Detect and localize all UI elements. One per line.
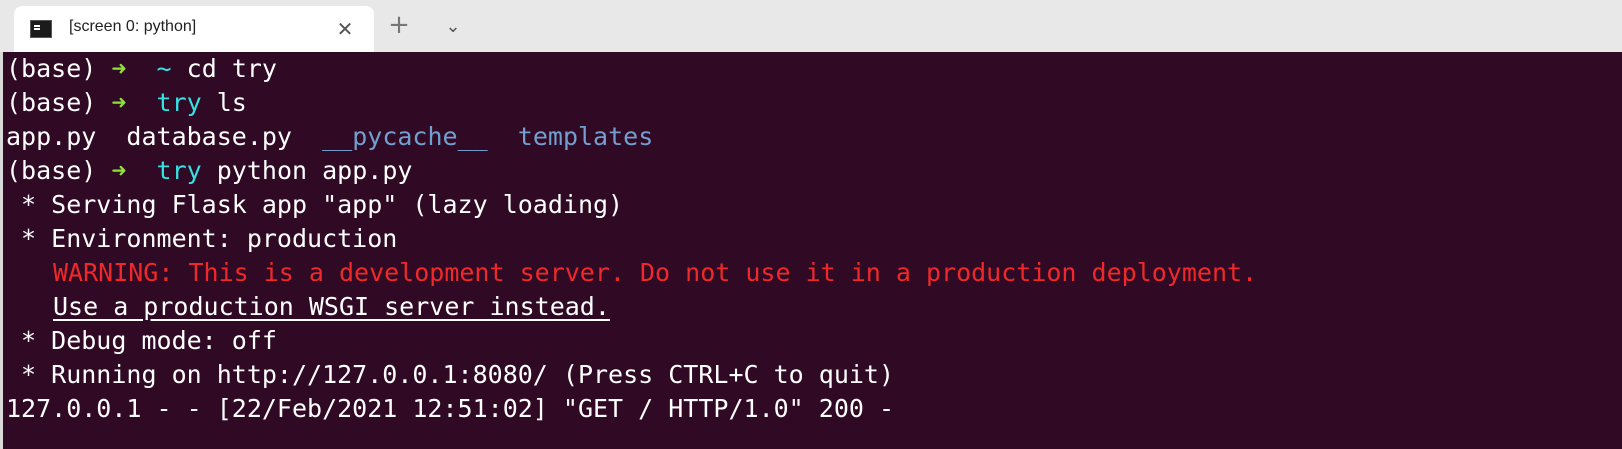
chevron-down-icon[interactable]: ⌄ <box>440 14 466 40</box>
prompt-directory: ~ <box>156 54 172 83</box>
terminal-line: (base) ➜ try ls <box>6 86 247 120</box>
close-icon[interactable]: ✕ <box>332 16 358 42</box>
output-line: * Debug mode: off <box>6 326 277 355</box>
terminal-line: (base) ➜ ~ cd try <box>6 52 277 86</box>
output-line: * Serving Flask app "app" (lazy loading) <box>6 190 624 219</box>
new-tab-icon[interactable]: + <box>386 12 412 38</box>
prompt-env: (base) <box>6 88 97 117</box>
output-line: * Running on http://127.0.0.1:8080/ (Pre… <box>6 360 895 389</box>
folder-entry: __pycache__ <box>322 122 488 151</box>
terminal-line: (base) ➜ try python app.py <box>6 154 412 188</box>
prompt-arrow-icon: ➜ <box>111 54 127 83</box>
command-text: python app.py <box>201 156 413 185</box>
terminal-line: app.py database.py __pycache__ templates <box>6 120 653 154</box>
file-entry: database.py <box>126 122 292 151</box>
file-entry: app.py <box>6 122 97 151</box>
prompt-arrow-icon: ➜ <box>111 156 127 185</box>
prompt-arrow-icon: ➜ <box>111 88 127 117</box>
prompt-directory: try <box>156 156 202 185</box>
title-bar: [screen 0: python] ✕ + ⌄ <box>0 0 1622 52</box>
output-line: Use a production WSGI server instead. <box>53 292 610 321</box>
terminal-output[interactable]: (base) ➜ ~ cd try (base) ➜ try ls app.py… <box>0 52 1622 449</box>
command-text: ls <box>201 88 247 117</box>
output-line: 127.0.0.1 - - [22/Feb/2021 12:51:02] "GE… <box>6 394 895 423</box>
tab-title: [screen 0: python] <box>69 18 197 35</box>
folder-entry: templates <box>517 122 654 151</box>
output-line: * Environment: production <box>6 224 398 253</box>
command-text: cd try <box>171 54 277 83</box>
prompt-directory: try <box>156 88 202 117</box>
prompt-env: (base) <box>6 156 97 185</box>
warning-line: WARNING: This is a development server. D… <box>53 258 1258 287</box>
prompt-env: (base) <box>6 54 97 83</box>
tab-screen-python[interactable]: [screen 0: python] ✕ <box>14 6 374 52</box>
terminal-icon <box>30 20 52 38</box>
